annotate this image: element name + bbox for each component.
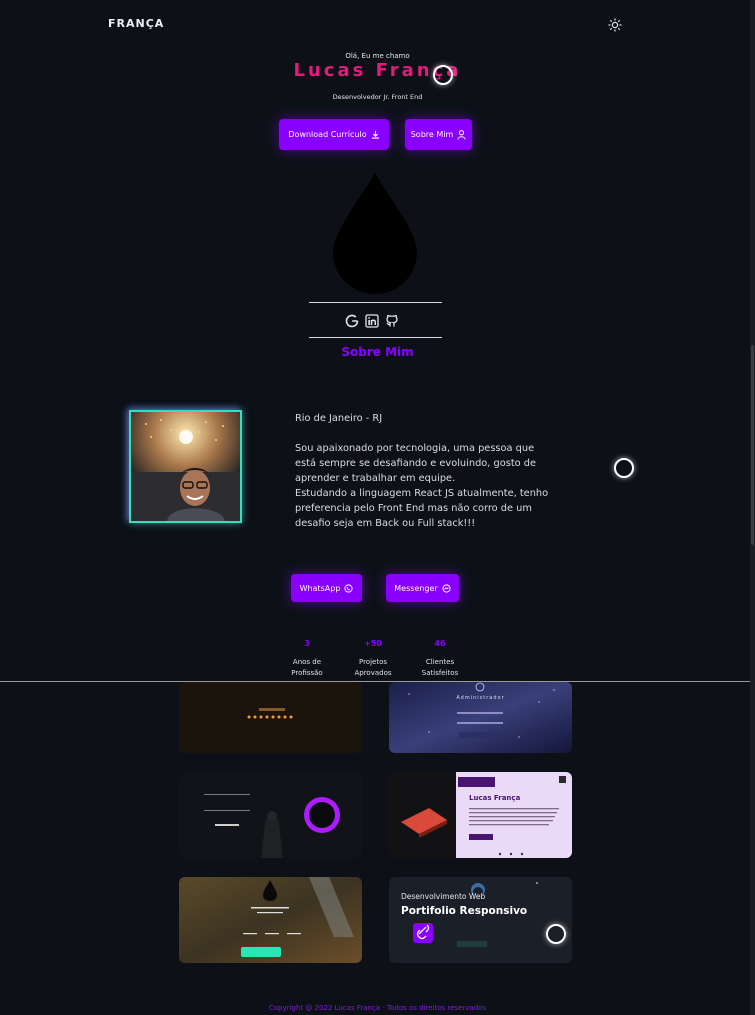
cursor-ring <box>546 924 566 944</box>
messenger-icon <box>442 583 451 593</box>
messenger-label: Messenger <box>394 583 438 593</box>
project-card-profile[interactable]: Lucas França <box>389 772 572 858</box>
about-me-button[interactable]: Sobre Mim <box>405 119 472 150</box>
profile-photo <box>129 410 242 523</box>
whatsapp-label: WhatsApp <box>299 583 341 593</box>
profile-blob-image <box>333 172 417 294</box>
social-links <box>345 314 399 328</box>
divider-top <box>309 302 442 303</box>
cursor-ring <box>433 65 453 85</box>
stat-value: 3 <box>304 639 310 648</box>
stat-value: +50 <box>364 639 382 648</box>
stat-value: 46 <box>434 639 446 648</box>
download-label: Download Currículo <box>288 130 367 139</box>
github-icon[interactable] <box>385 314 399 328</box>
divider-bottom <box>309 337 442 338</box>
project-card-web[interactable]: Desenvolvimento Web Portifolio Responsiv… <box>389 877 572 963</box>
messenger-button[interactable]: Messenger <box>386 574 459 602</box>
location-text: Rio de Janeiro - RJ <box>295 413 383 424</box>
linkedin-icon[interactable] <box>365 314 379 328</box>
section-divider <box>0 681 755 682</box>
admin-card-title: Administrador <box>456 695 505 701</box>
web-card-subtitle: Portifolio Responsivo <box>401 905 528 917</box>
download-cv-button[interactable]: Download Currículo <box>279 119 389 150</box>
user-icon <box>457 129 466 140</box>
bio-text: Sou apaixonado por tecnologia, uma pesso… <box>295 443 549 529</box>
whatsapp-button[interactable]: WhatsApp <box>291 574 362 602</box>
sun-icon[interactable] <box>608 18 622 32</box>
brand-logo[interactable]: FRANÇA <box>108 17 164 30</box>
hero-greeting: Olá, Eu me chamo <box>345 52 410 60</box>
footer-copyright: Copyright @ 2022 Lucas França - Todos os… <box>268 1004 487 1012</box>
profile-card-name: Lucas França <box>469 794 521 802</box>
about-text: Rio de Janeiro - RJ Sou apaixonado por t… <box>295 411 565 531</box>
about-label: Sobre Mim <box>410 130 454 139</box>
stat-label: Projetos Aprovados <box>354 658 392 677</box>
cursor-ring <box>614 458 634 478</box>
project-card-nature[interactable] <box>179 877 362 963</box>
project-card-login[interactable] <box>179 772 362 858</box>
stat-years: 3 Anos de Profissão <box>277 639 337 679</box>
stat-label: Anos de Profissão <box>291 658 323 677</box>
about-section-title: Sobre Mim <box>341 345 414 359</box>
hero-role: Desenvolvedor Jr. Front End <box>332 93 423 101</box>
scrollbar-thumb[interactable] <box>751 345 754 545</box>
project-card-loading[interactable] <box>179 682 362 753</box>
google-icon[interactable] <box>345 314 359 328</box>
web-card-title: Desenvolvimento Web <box>401 892 486 901</box>
hero-name: Lucas França <box>293 60 462 81</box>
stat-projects: +50 Projetos Aprovados <box>343 639 403 679</box>
project-card-admin[interactable]: Administrador <box>389 682 572 753</box>
whatsapp-icon <box>344 583 354 593</box>
download-icon <box>371 130 379 139</box>
stat-clients: 46 Clientes Satisfeitos <box>410 639 470 679</box>
stat-label: Clientes Satisfeitos <box>421 658 459 677</box>
